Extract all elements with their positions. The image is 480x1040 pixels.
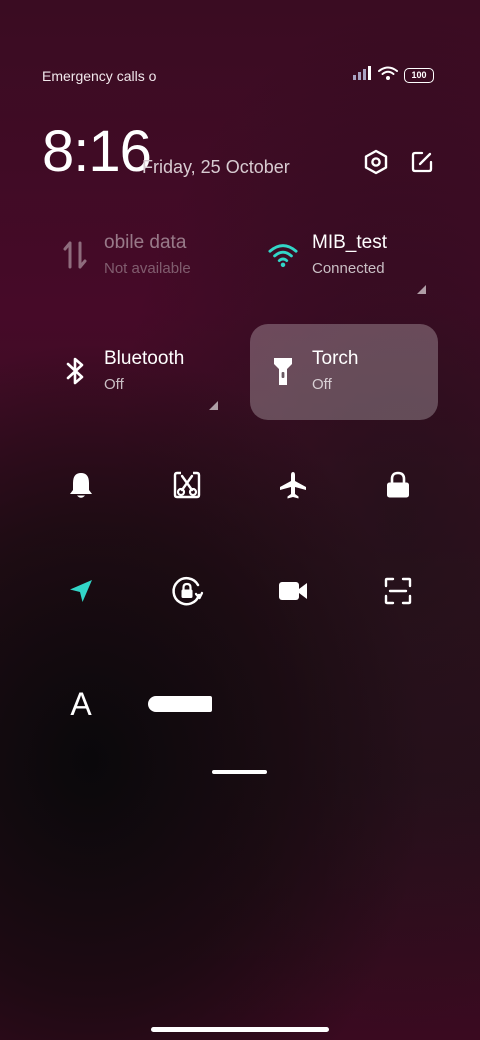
tile-location[interactable] bbox=[53, 565, 109, 621]
tile-status: Off bbox=[312, 376, 332, 393]
font-size-icon: A bbox=[70, 685, 92, 722]
scan-icon bbox=[384, 577, 412, 610]
tile-font-size[interactable]: A bbox=[53, 676, 109, 732]
expand-corner-icon[interactable] bbox=[209, 401, 218, 410]
carrier-text: Emergency calls o bbox=[42, 68, 157, 84]
tile-wifi[interactable]: MIB_test Connected bbox=[250, 208, 438, 304]
settings-button[interactable] bbox=[362, 149, 390, 180]
edit-icon bbox=[410, 150, 434, 179]
tile-title: Torch bbox=[312, 348, 359, 369]
panel-drag-handle[interactable] bbox=[212, 770, 267, 774]
tile-title: Bluetooth bbox=[104, 348, 185, 369]
screenshot-icon bbox=[172, 470, 202, 505]
bell-icon bbox=[66, 470, 96, 505]
tile-airplane-mode[interactable] bbox=[265, 459, 321, 515]
clock: 8:16 bbox=[42, 119, 152, 184]
airplane-icon bbox=[278, 470, 308, 505]
tile-lock-screen[interactable] bbox=[370, 459, 426, 515]
tile-title: MIB_test bbox=[312, 232, 387, 253]
tile-screenshot[interactable] bbox=[159, 459, 215, 515]
tile-status: Connected bbox=[312, 260, 385, 277]
tile-status: Not available bbox=[104, 260, 191, 277]
tile-mobile-data[interactable]: obile data Not available bbox=[42, 208, 230, 304]
rotation-lock-icon bbox=[170, 574, 204, 613]
tile-bluetooth[interactable]: Bluetooth Off bbox=[42, 324, 230, 420]
tile-torch[interactable]: Torch Off bbox=[250, 324, 438, 420]
status-icons: 100 bbox=[352, 66, 434, 85]
home-indicator[interactable] bbox=[151, 1027, 329, 1032]
tile-rotation-lock[interactable] bbox=[159, 565, 215, 621]
lock-icon bbox=[384, 470, 412, 505]
expand-corner-icon[interactable] bbox=[417, 285, 426, 294]
torch-icon bbox=[268, 354, 298, 388]
tile-title: obile data bbox=[104, 232, 187, 253]
edit-button[interactable] bbox=[408, 150, 436, 178]
tile-mute[interactable] bbox=[53, 459, 109, 515]
brightness-slider[interactable] bbox=[148, 696, 212, 712]
status-bar: Emergency calls o 100 bbox=[0, 60, 480, 92]
mobile-data-icon bbox=[60, 238, 90, 272]
signal-icon bbox=[352, 66, 372, 85]
bluetooth-icon bbox=[60, 354, 90, 388]
location-icon bbox=[67, 577, 95, 610]
tile-status: Off bbox=[104, 376, 124, 393]
wifi-icon bbox=[378, 66, 398, 85]
wifi-icon bbox=[268, 238, 298, 272]
tile-screen-recorder[interactable] bbox=[265, 565, 321, 621]
settings-icon bbox=[363, 149, 389, 180]
video-icon bbox=[278, 580, 308, 607]
battery-icon: 100 bbox=[404, 68, 434, 83]
tile-scanner[interactable] bbox=[370, 565, 426, 621]
date-label: Friday, 25 October bbox=[142, 157, 290, 177]
